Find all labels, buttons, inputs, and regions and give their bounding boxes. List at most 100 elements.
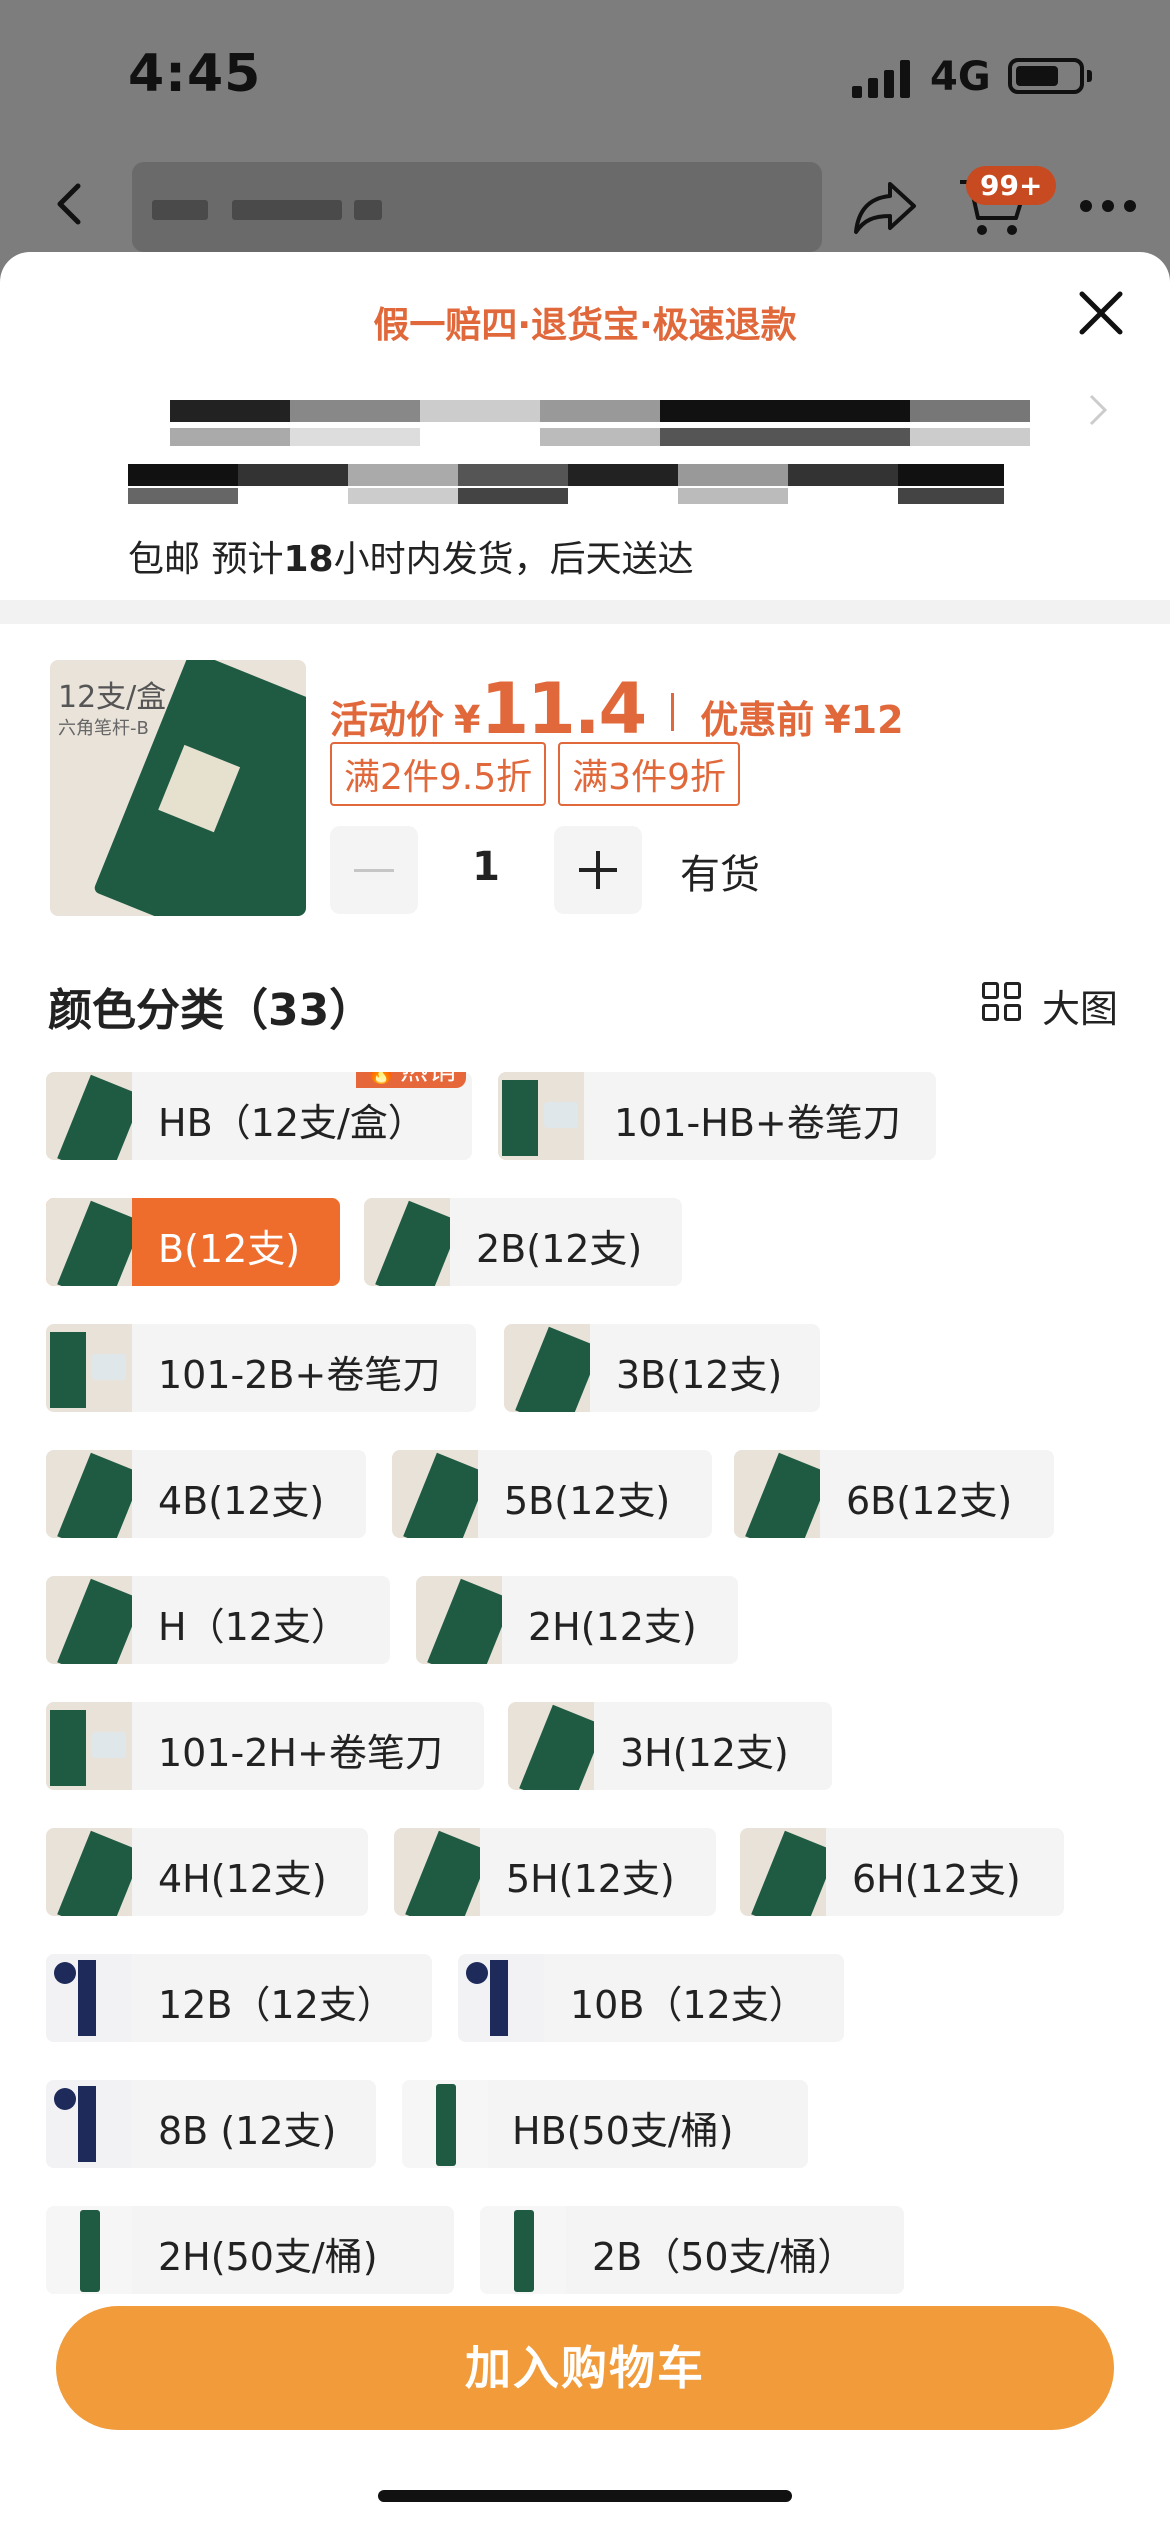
variant-chip[interactable]: 3H(12支) [508,1702,832,1790]
variant-thumbnail [46,1072,132,1160]
variant-chip[interactable]: 2H(50支/桶) [46,2206,454,2294]
variant-thumbnail [46,1324,132,1412]
variant-label: HB(50支/桶) [512,2109,734,2153]
product-thumbnail[interactable]: 12支/盒 六角笔杆-B [50,660,306,916]
variant-list: HB（12支/盒） 🔥热销 101-HB+卷笔刀 B(12支) 2B(12支) … [0,1072,1170,2520]
promo-banner: 假一赔四·退货宝·极速退款 [373,305,797,346]
variant-label: B(12支) [158,1227,301,1271]
discount-tag: 满3件9折 [558,742,740,806]
variant-label: 5B(12支) [504,1479,671,1523]
variant-chip[interactable]: 6H(12支) [740,1828,1064,1916]
variant-thumbnail [46,1702,132,1790]
battery-icon [1008,58,1092,94]
orig-currency: ¥ [824,698,851,742]
variant-chip[interactable]: HB（12支/盒） 🔥热销 [46,1072,472,1160]
redacted-text [152,200,208,220]
variant-label: 6H(12支) [852,1857,1021,1901]
close-icon[interactable] [1076,288,1126,338]
flame-icon: 🔥 [366,1072,396,1085]
variant-chip[interactable]: 5B(12支) [392,1450,712,1538]
variant-thumbnail [46,1828,132,1916]
variant-label: 4H(12支) [158,1857,327,1901]
variant-chip[interactable]: 10B（12支） [458,1954,844,2042]
variant-chip[interactable]: 6B(12支) [734,1450,1054,1538]
variant-label: H（12支） [158,1605,349,1649]
variant-chip[interactable]: HB(50支/桶) [402,2080,808,2168]
variant-label: 6B(12支) [846,1479,1013,1523]
variant-label: 101-2H+卷笔刀 [158,1731,443,1775]
decrease-button[interactable] [330,826,418,914]
variant-label: 101-2B+卷笔刀 [158,1353,441,1397]
variant-thumbnail [740,1828,826,1916]
hot-badge: 🔥热销 [356,1072,466,1088]
grid-icon [982,982,1022,1022]
variant-thumbnail [504,1324,590,1412]
signal-icon [852,60,914,98]
variant-chip[interactable]: H（12支） [46,1576,390,1664]
status-time: 4:45 [128,44,262,104]
thumb-tag: 12支/盒 [58,680,167,715]
variant-label: 2H(50支/桶) [158,2235,378,2279]
variant-thumbnail [498,1072,584,1160]
big-view-label: 大图 [1042,987,1119,1031]
variant-thumbnail [46,1198,132,1286]
more-icon[interactable] [1080,200,1140,214]
variant-label: 8B (12支) [158,2109,337,2153]
back-icon[interactable] [48,182,92,226]
variant-thumbnail [394,1828,480,1916]
increase-button[interactable] [554,826,642,914]
variant-thumbnail [46,2080,132,2168]
price-row: 活动价 ¥11.4 优惠前 ¥12 [330,668,904,750]
share-icon[interactable] [852,176,918,236]
variant-thumbnail [46,1450,132,1538]
variant-thumbnail [364,1198,450,1286]
variant-chip[interactable]: 3B(12支) [504,1324,820,1412]
variant-label: 12B（12支） [158,1983,395,2027]
add-to-cart-button[interactable]: 加入购物车 [56,2306,1114,2430]
orig-price: 12 [850,698,904,742]
variant-thumbnail [402,2080,488,2168]
variant-chip[interactable]: 101-2H+卷笔刀 [46,1702,484,1790]
discount-tags: 满2件9.5折 满3件9折 [330,742,752,806]
price-label: 活动价 [330,698,445,742]
status-bar: 4:45 4G [0,0,1170,140]
network-type: 4G [930,54,991,100]
variant-chip[interactable]: 2H(12支) [416,1576,738,1664]
variant-chip[interactable]: 4B(12支) [46,1450,366,1538]
search-bar[interactable] [132,162,822,252]
variant-label: 10B（12支） [570,1983,807,2027]
variant-chip-selected[interactable]: B(12支) [46,1198,340,1286]
variant-thumbnail [46,1576,132,1664]
variant-thumbnail [46,2206,132,2294]
redacted-address [170,428,1030,446]
shipping-info: 包邮 预计18小时内发货，后天送达 [128,539,694,580]
variant-chip[interactable]: 2B（50支/桶） [480,2206,904,2294]
variant-chip[interactable]: 8B (12支) [46,2080,376,2168]
variant-thumbnail [734,1450,820,1538]
stock-status: 有货 [680,852,760,898]
price: 11.4 [480,668,647,750]
variant-chip[interactable]: 4H(12支) [46,1828,368,1916]
quantity-value[interactable]: 1 [418,844,554,890]
variant-label: 2B（50支/桶） [592,2235,856,2279]
variant-thumbnail [508,1702,594,1790]
redacted-address [128,488,1004,504]
orig-price-label: 优惠前 [700,698,815,742]
variant-chip[interactable]: 2B(12支) [364,1198,682,1286]
section-divider [0,600,1170,624]
home-indicator[interactable] [378,2490,792,2502]
variant-label: 3B(12支) [616,1353,783,1397]
variant-thumbnail [458,1954,544,2042]
variant-chip[interactable]: 101-HB+卷笔刀 [498,1072,936,1160]
discount-tag: 满2件9.5折 [330,742,547,806]
redacted-text [354,200,382,220]
chevron-right-icon[interactable] [1086,392,1110,428]
variant-chip[interactable]: 12B（12支） [46,1954,432,2042]
sku-selector-sheet: 假一赔四·退货宝·极速退款 包邮 预计18小时内发货，后天送达 12支/盒 六角… [0,252,1170,2532]
variant-label: HB（12支/盒） [158,1101,426,1145]
variant-chip[interactable]: 101-2B+卷笔刀 [46,1324,476,1412]
variant-label: 4B(12支) [158,1479,325,1523]
variant-chip[interactable]: 5H(12支) [394,1828,716,1916]
currency: ¥ [454,698,481,742]
redacted-address[interactable] [170,400,1030,422]
